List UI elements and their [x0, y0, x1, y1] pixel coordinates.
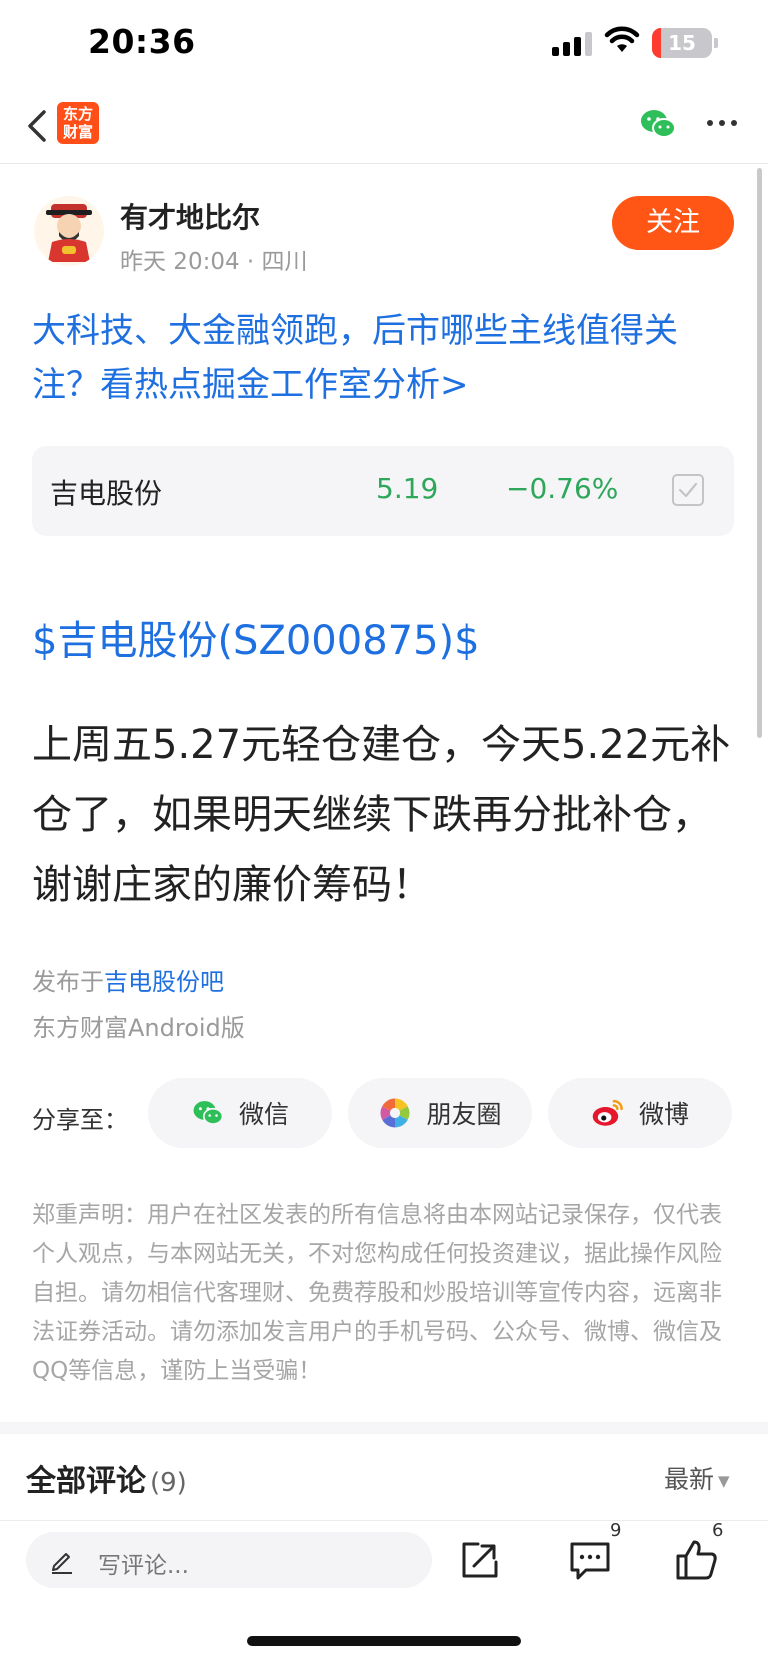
status-bar: 20:36 15: [0, 0, 768, 80]
comment-count-badge: 9: [610, 1520, 622, 1541]
wechat-share-icon[interactable]: [638, 104, 678, 144]
posted-in-prefix: 发布于: [32, 968, 104, 996]
post-body: 上周五5.27元轻仓建仓，今天5.22元补仓了，如果明天继续下跌再分批补仓，谢谢…: [32, 722, 731, 908]
comment-placeholder: 写评论...: [98, 1553, 189, 1579]
battery-level: 15: [668, 31, 696, 55]
stock-change: −0.76%: [506, 472, 619, 505]
comments-count: (9): [150, 1468, 187, 1498]
caret-down-icon: ▼: [718, 1472, 730, 1490]
follow-button[interactable]: 关注: [612, 196, 734, 250]
stock-price: 5.19: [376, 472, 439, 505]
watchlist-checkbox[interactable]: [672, 474, 704, 506]
moments-icon: [381, 1098, 410, 1128]
share-weibo-button[interactable]: 微博: [548, 1078, 732, 1148]
like-icon[interactable]: [672, 1536, 720, 1584]
disclaimer: 郑重声明：用户在社区发表的所有信息将由本网站记录保存，仅代表个人观点，与本网站无…: [32, 1202, 722, 1384]
wifi-icon: [604, 26, 640, 52]
more-options-icon[interactable]: [704, 108, 740, 138]
cellular-signal-icon: [552, 30, 592, 56]
wechat-icon: [193, 1101, 224, 1125]
nav-bar: 东方财富: [0, 90, 768, 164]
battery-tip: [714, 38, 718, 48]
like-count-badge: 6: [712, 1520, 724, 1541]
home-indicator[interactable]: [247, 1636, 521, 1646]
post-platform: 东方财富Android版: [32, 1014, 245, 1042]
share-icon[interactable]: [456, 1536, 504, 1584]
app-logo: 东方财富: [57, 102, 99, 144]
share-weibo-label: 微博: [638, 1100, 689, 1129]
author-name[interactable]: 有才地比尔: [120, 196, 260, 236]
promo-headline-link[interactable]: 大科技、大金融领跑，后市哪些主线值得关注？看热点掘金工作室分析>: [32, 304, 742, 412]
share-wechat-button[interactable]: 微信: [148, 1078, 332, 1148]
check-icon: [678, 482, 698, 498]
comment-icon[interactable]: [566, 1536, 614, 1584]
section-divider: [0, 1422, 768, 1434]
weibo-icon: [592, 1099, 623, 1126]
avatar[interactable]: [34, 196, 104, 266]
pencil-icon: [52, 1553, 72, 1574]
stock-name: 吉电股份: [50, 477, 163, 510]
stock-bar-link[interactable]: 吉电股份吧: [104, 968, 224, 996]
share-wechat-label: 微信: [238, 1100, 289, 1129]
comment-input[interactable]: 写评论...: [26, 1532, 432, 1588]
stock-tag-link[interactable]: $吉电股份(SZ000875)$: [32, 608, 480, 666]
stock-card[interactable]: 吉电股份 5.19 −0.76%: [32, 446, 734, 536]
sort-dropdown[interactable]: 最新 ▼: [664, 1460, 730, 1496]
posted-in: 发布于吉电股份吧: [32, 962, 224, 997]
status-time: 20:36: [88, 22, 196, 61]
battery-icon: 15: [652, 28, 712, 58]
toolbar-divider: [0, 1520, 768, 1521]
avatar-god-of-wealth-icon: [46, 204, 92, 262]
comments-header: 全部评论 (9): [26, 1456, 187, 1500]
comments-title: 全部评论: [26, 1464, 146, 1499]
share-moments-label: 朋友圈: [426, 1100, 502, 1129]
back-icon[interactable]: [20, 104, 56, 148]
scrollbar[interactable]: [757, 168, 762, 738]
sort-label: 最新: [664, 1465, 715, 1494]
share-label: 分享至：: [32, 1106, 128, 1134]
share-moments-button[interactable]: 朋友圈: [348, 1078, 532, 1148]
post-meta: 昨天 20:04 · 四川: [120, 249, 308, 275]
